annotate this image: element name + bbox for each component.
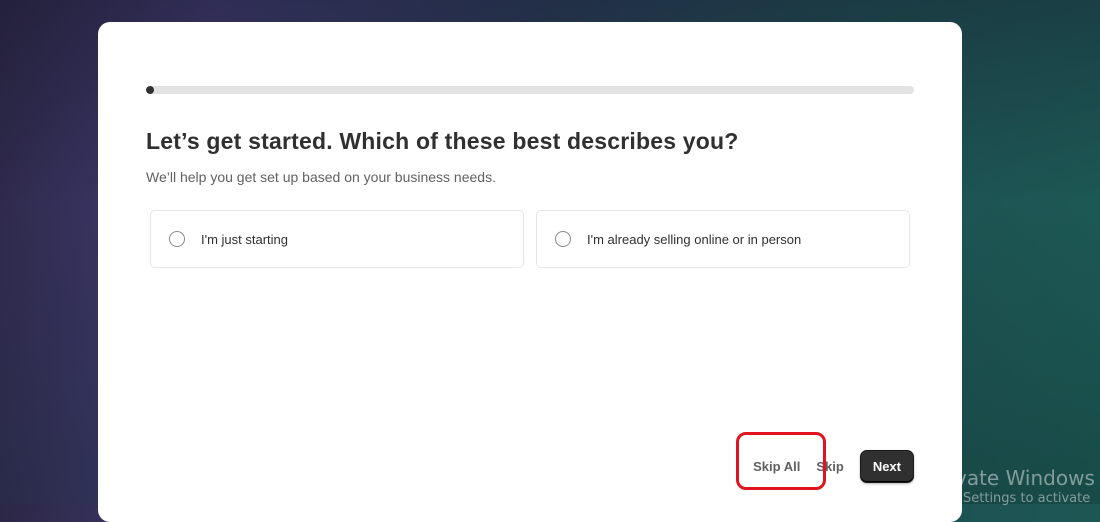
radio-button[interactable] [555, 231, 571, 247]
page-title: Let’s get started. Which of these best d… [146, 128, 739, 154]
option-label: I'm just starting [201, 231, 289, 247]
activate-windows-watermark: vate Windows Settings to activate [955, 466, 1100, 506]
option-already-selling[interactable]: I'm already selling online or in person [536, 210, 910, 268]
option-just-starting[interactable]: I'm just starting [150, 210, 524, 268]
page-subtitle: We’ll help you get set up based on your … [146, 169, 496, 185]
onboarding-card: Let’s get started. Which of these best d… [98, 22, 962, 522]
progress-bar-fill [146, 86, 154, 94]
radio-button[interactable] [169, 231, 185, 247]
option-label: I'm already selling online or in person [587, 231, 802, 247]
skip-all-button[interactable]: Skip All [745, 453, 808, 480]
next-button[interactable]: Next [859, 450, 914, 483]
footer-actions: Skip All Skip Next [745, 450, 914, 483]
skip-button[interactable]: Skip [808, 453, 851, 480]
progress-bar [146, 86, 914, 94]
watermark-title: vate Windows [955, 466, 1095, 490]
